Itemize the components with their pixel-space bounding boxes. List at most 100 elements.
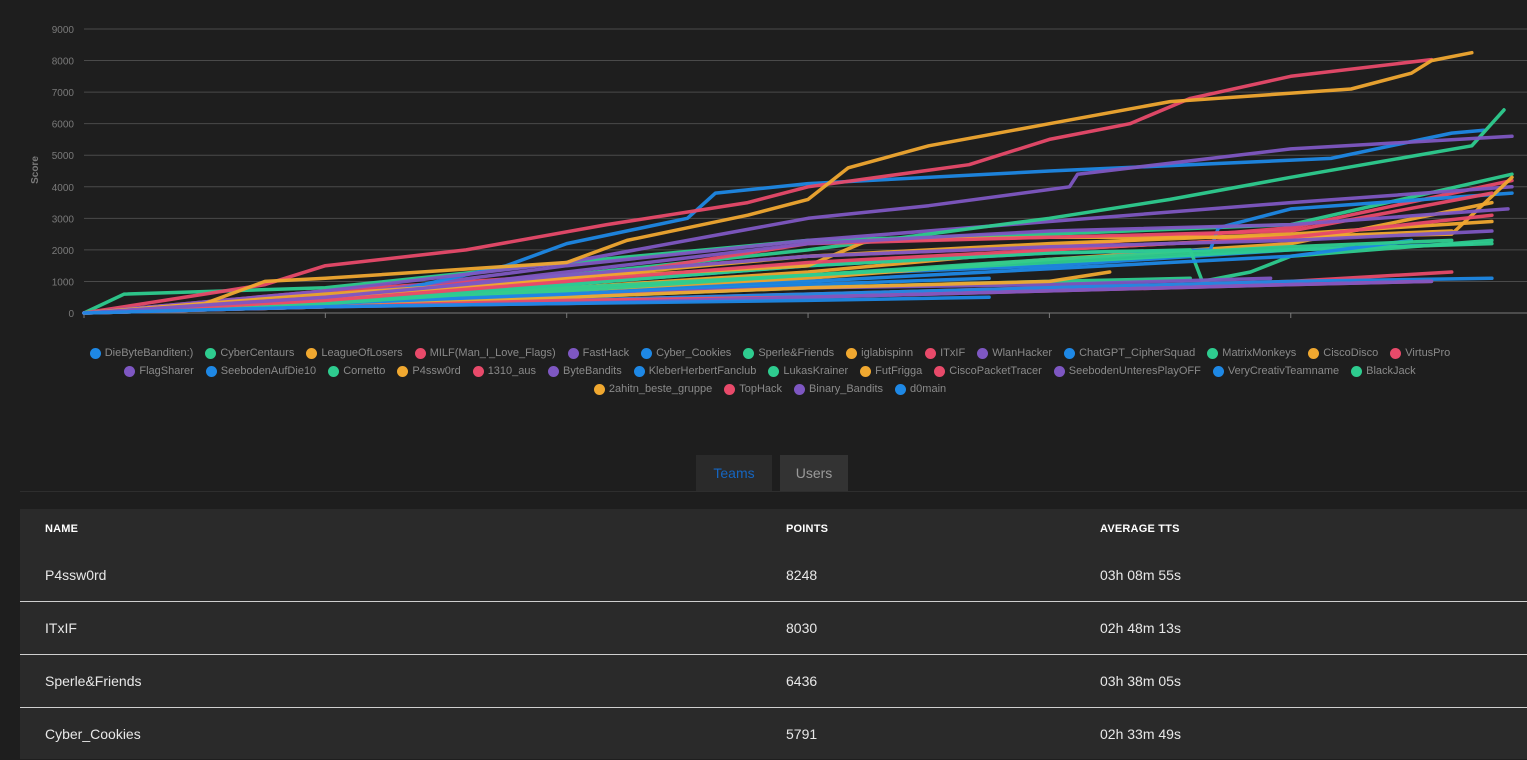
legend-item[interactable]: ByteBandits [548,364,622,378]
legend-color-dot [925,347,937,359]
y-tick-label: 9000 [52,25,75,36]
legend-item[interactable]: KleberHerbertFanclub [633,364,757,378]
legend-label: SeebodenAufDie10 [220,365,317,377]
legend-item[interactable]: LeagueOfLosers [306,346,403,360]
y-tick-label: 3000 [52,214,75,225]
tab-teams[interactable]: Teams [696,455,772,491]
legend-color-dot [205,365,217,377]
legend-item[interactable]: SeebodenAufDie10 [205,364,317,378]
legend-item[interactable]: VeryCreativTeamname [1212,364,1340,378]
y-tick-label: 7000 [52,88,75,99]
legend-item[interactable]: SeebodenUnteresPlayOFF [1053,364,1201,378]
legend-color-dot [768,365,780,377]
legend-item[interactable]: CiscoPacketTracer [934,364,1042,378]
team-average-tts: 02h 48m 13s [1100,620,1181,636]
legend-label: Cyber_Cookies [656,347,732,359]
legend-label: Cornetto [343,365,386,377]
team-name[interactable]: Sperle&Friends [20,673,761,689]
legend-label: VeryCreativTeamname [1227,365,1340,377]
legend-item[interactable]: 1310_aus [472,364,536,378]
legend-item[interactable]: VirtusPro [1390,346,1450,360]
y-tick-label: 6000 [52,120,75,131]
score-chart: 010002000300040005000600070008000900007:… [0,0,1527,330]
legend-item[interactable]: iglabispinn [846,346,913,360]
legend-color-dot [724,383,736,395]
legend-item[interactable]: MatrixMonkeys [1207,346,1296,360]
legend-color-dot [593,383,605,395]
header-average-tts[interactable]: AVERAGE TTS [1075,523,1527,535]
legend-item[interactable]: CyberCentaurs [205,346,294,360]
team-name[interactable]: Cyber_Cookies [20,726,761,742]
legend-color-dot [397,365,409,377]
legend-item[interactable]: Cornetto [328,364,385,378]
legend-item[interactable]: Sperle&Friends [743,346,834,360]
legend-item[interactable]: ITxIF [925,346,965,360]
legend-label: 2ahitn_beste_gruppe [608,383,713,395]
legend-color-dot [977,347,989,359]
team-average-tts: 03h 38m 05s [1100,673,1181,689]
legend-item[interactable]: BlackJack [1351,364,1416,378]
team-average-tts: 03h 08m 55s [1100,567,1181,583]
legend-item[interactable]: P4ssw0rd [397,364,461,378]
legend-item[interactable]: CiscoDisco [1308,346,1378,360]
legend-label: VirtusPro [1405,347,1451,359]
legend-item[interactable]: Cyber_Cookies [641,346,731,360]
table-row[interactable]: ITxIF 8030 02h 48m 13s [20,602,1527,655]
legend-label: Sperle&Friends [758,347,835,359]
legend-color-dot [860,365,872,377]
score-chart-svg: 010002000300040005000600070008000900007:… [30,25,1527,320]
y-axis-label: Score [30,156,41,184]
tab-divider [20,491,1527,492]
legend-label: LukasKrainer [783,365,849,377]
legend-color-dot [1351,365,1363,377]
legend-label: BlackJack [1366,365,1416,377]
tab-users[interactable]: Users [780,455,848,491]
legend-item[interactable]: WlanHacker [977,346,1052,360]
legend-color-dot [1053,365,1065,377]
legend-item[interactable]: FutFrigga [860,364,922,378]
team-name[interactable]: ITxIF [20,620,761,636]
team-points: 8248 [786,567,818,583]
legend-item[interactable]: LukasKrainer [768,364,848,378]
legend-label: FutFrigga [875,365,923,377]
table-row[interactable]: P4ssw0rd 8248 03h 08m 55s [20,549,1527,602]
legend-color-dot [794,383,806,395]
table-row[interactable]: Sperle&Friends 6436 03h 38m 05s [20,655,1527,708]
legend-color-dot [633,365,645,377]
legend-item[interactable]: MILF(Man_I_Love_Flags) [414,346,556,360]
legend-color-dot [934,365,946,377]
team-name[interactable]: P4ssw0rd [20,567,761,583]
header-name[interactable]: NAME [20,523,761,535]
legend-color-dot [124,365,136,377]
legend-color-dot [1207,347,1219,359]
legend-color-dot [1308,347,1320,359]
legend-item[interactable]: FastHack [567,346,629,360]
table-row[interactable]: Cyber_Cookies 5791 02h 33m 49s [20,708,1527,760]
team-points: 5791 [786,726,818,742]
legend-label: SeebodenUnteresPlayOFF [1068,365,1201,377]
legend-label: CiscoPacketTracer [949,365,1042,377]
team-points: 8030 [786,620,818,636]
tab-bar: Teams Users [696,455,848,491]
legend-label: WlanHacker [992,347,1053,359]
legend-color-dot [306,347,318,359]
legend-item[interactable]: DieByteBanditen:) [89,346,194,360]
legend-label: iglabispinn [861,347,914,359]
legend-item[interactable]: Binary_Bandits [794,382,883,396]
legend-item[interactable]: FlagSharer [124,364,194,378]
y-tick-label: 0 [68,309,74,320]
header-points[interactable]: POINTS [761,523,1075,535]
legend-item[interactable]: 2ahitn_beste_gruppe [593,382,713,396]
legend-item[interactable]: ChatGPT_CipherSquad [1064,346,1195,360]
chart-legend: DieByteBanditen:) CyberCentaurs LeagueOfLo… [60,346,1480,396]
legend-color-dot [472,365,484,377]
legend-item[interactable]: d0main [895,382,946,396]
legend-label: DieByteBanditen:) [104,347,194,359]
legend-label: Binary_Bandits [809,383,884,395]
legend-label: P4ssw0rd [412,365,461,377]
legend-label: d0main [910,383,947,395]
legend-label: KleberHerbertFanclub [648,365,757,377]
legend-label: ChatGPT_CipherSquad [1079,347,1196,359]
table-header: NAME POINTS AVERAGE TTS [20,509,1527,549]
legend-item[interactable]: TopHack [724,382,782,396]
